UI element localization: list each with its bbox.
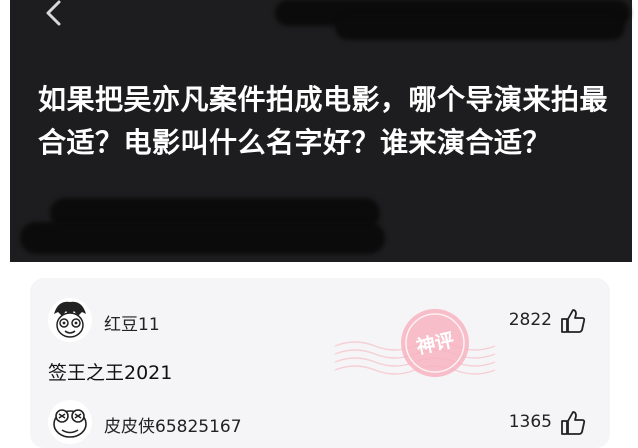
thumbs-up-icon bbox=[561, 309, 586, 333]
chevron-left-icon bbox=[46, 0, 61, 26]
frog-face-avatar-icon bbox=[48, 400, 92, 444]
comment-text: 签王之王2021 bbox=[48, 362, 173, 384]
comment-card: 神评 红豆11 2822 签王之王2021 皮皮侠65825167 1365 bbox=[30, 278, 610, 448]
like-count: 1365 bbox=[508, 412, 552, 432]
back-button[interactable] bbox=[38, 0, 70, 30]
like-button[interactable] bbox=[560, 410, 586, 436]
thumbs-up-icon bbox=[561, 411, 586, 435]
question-title[interactable]: 如果把吴亦凡案件拍成电影，哪个导演来拍最合适？电影叫什么名字好？谁来演合适？ bbox=[38, 78, 608, 164]
cartoon-face-avatar-icon bbox=[48, 298, 92, 342]
question-header: 如果把吴亦凡案件拍成电影，哪个导演来拍最合适？电影叫什么名字好？谁来演合适？ bbox=[10, 0, 632, 262]
redacted-area-bottom-2 bbox=[20, 222, 385, 254]
left-margin bbox=[0, 0, 10, 444]
comment-username[interactable]: 红豆11 bbox=[104, 310, 160, 335]
comment-username[interactable]: 皮皮侠65825167 bbox=[104, 412, 242, 437]
like-button[interactable] bbox=[560, 308, 586, 334]
avatar[interactable] bbox=[48, 400, 92, 444]
avatar[interactable] bbox=[48, 298, 92, 342]
right-margin bbox=[632, 0, 638, 444]
hot-comment-badge: 神评 bbox=[330, 298, 500, 408]
redacted-area-top-2 bbox=[335, 14, 625, 40]
postmark-stamp-icon bbox=[334, 309, 496, 377]
like-count: 2822 bbox=[508, 310, 552, 330]
